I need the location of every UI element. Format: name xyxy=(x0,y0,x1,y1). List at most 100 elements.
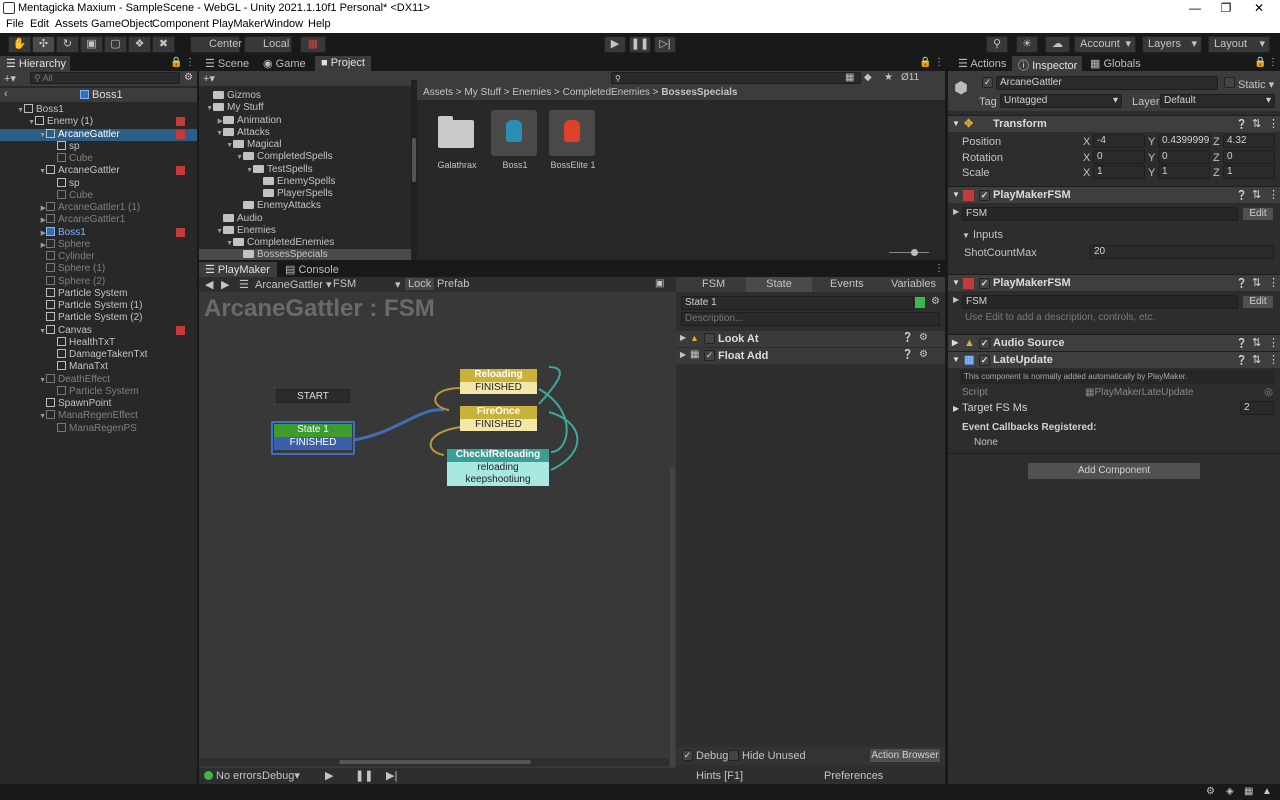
asset-tile[interactable]: Galathrax xyxy=(431,110,483,174)
layer-dropdown[interactable]: Default ▾ xyxy=(1160,94,1275,108)
axis-y-label[interactable]: Y xyxy=(1148,152,1155,164)
kebab-menu-icon[interactable]: ⋮ xyxy=(1268,352,1279,368)
transform-rotation-z-field[interactable]: 0 xyxy=(1223,149,1275,164)
fireonce-event-finished[interactable]: FINISHED xyxy=(460,419,537,431)
lock-icon[interactable]: 🔒 xyxy=(170,57,182,68)
rotate-tool-icon[interactable]: ↻ xyxy=(56,36,79,53)
component-enabled-checkbox[interactable]: ✓ xyxy=(979,190,990,201)
state-color-swatch[interactable] xyxy=(915,297,925,308)
rect-tool-icon[interactable]: ▢ xyxy=(104,36,127,53)
object-name-field[interactable]: ArcaneGattler xyxy=(996,76,1218,90)
action-enabled-checkbox[interactable] xyxy=(704,333,715,344)
expand-arrow-icon[interactable]: ▼ xyxy=(245,165,253,177)
menu-file[interactable]: File xyxy=(6,18,24,30)
kebab-menu-icon[interactable]: ⋮ xyxy=(1268,275,1279,291)
transform-tool-icon[interactable]: ❖ xyxy=(128,36,151,53)
playmakerfsm-header-1[interactable]: ▼ ✓ PlayMakerFSM ❔ ⇅ ⋮ xyxy=(948,186,1280,203)
auto-generate-lighting-icon[interactable]: ◈ xyxy=(1226,786,1234,797)
hierarchy-item[interactable]: Cube xyxy=(0,153,197,165)
axis-x-label[interactable]: X xyxy=(1083,136,1090,148)
hierarchy-item[interactable]: HealthTxT xyxy=(0,336,197,349)
fsm-dropdown[interactable]: FSM ▾ xyxy=(333,278,403,291)
hierarchy-item[interactable]: Particle System (1) xyxy=(0,300,197,312)
hierarchy-item[interactable]: ▶ ArcaneGattler1 xyxy=(0,214,197,226)
component-enabled-checkbox[interactable]: ✓ xyxy=(979,278,990,289)
hierarchy-item[interactable]: ManaRegenPS xyxy=(0,422,197,435)
expand-arrow-icon[interactable]: ▼ xyxy=(235,152,243,164)
tag-dropdown[interactable]: Untagged ▾ xyxy=(1000,94,1122,108)
create-asset-button[interactable]: +▾ xyxy=(203,72,215,85)
preset-icon[interactable]: ⇅ xyxy=(1252,116,1261,132)
project-folder-item[interactable]: EnemySpells xyxy=(199,176,411,188)
tab-playmaker[interactable]: ☰ PlayMaker xyxy=(199,262,277,277)
kebab-menu-icon[interactable]: ⋮ xyxy=(1268,116,1279,132)
collapse-arrow-icon[interactable]: ▼ xyxy=(952,187,960,203)
hierarchy-item[interactable]: ▶ Sphere xyxy=(0,238,197,251)
expand-arrow-icon[interactable]: ▶ xyxy=(38,215,46,227)
playmakerfsm-header-2[interactable]: ▼ ✓ PlayMakerFSM ❔ ⇅ ⋮ xyxy=(948,274,1280,291)
expand-arrow-icon[interactable]: ▶ xyxy=(38,228,46,240)
gear-icon[interactable]: ⚙ xyxy=(931,296,940,307)
pause-icon[interactable]: ❚❚ xyxy=(629,36,651,53)
custom-tool-icon[interactable]: ✖ xyxy=(152,36,175,53)
next-fsm-icon[interactable]: ▶ xyxy=(221,278,229,291)
component-enabled-checkbox[interactable]: ✓ xyxy=(979,355,990,366)
expand-arrow-icon[interactable]: ▶ xyxy=(215,116,223,128)
state1-event-finished[interactable]: FINISHED xyxy=(274,437,352,450)
transform-header[interactable]: ▼ ✥ Transform ❔ ⇅ ⋮ xyxy=(948,115,1280,132)
expand-arrow-icon[interactable]: ▼ xyxy=(38,130,46,142)
target-fsms-count[interactable]: 2 xyxy=(1240,401,1274,415)
hierarchy-item[interactable]: Particle System xyxy=(0,287,197,300)
breadcrumb-item[interactable]: Enemies xyxy=(512,87,551,98)
tab-state[interactable]: State xyxy=(746,277,812,292)
menu-component[interactable]: Component xyxy=(152,18,209,30)
state-name-field[interactable]: State 1 xyxy=(681,296,914,310)
transform-scale-y-field[interactable]: 1 xyxy=(1158,165,1210,179)
gear-icon[interactable]: ⚙ xyxy=(919,332,928,343)
preset-icon[interactable]: ⇅ xyxy=(1252,187,1261,203)
transform-rotation-x-field[interactable]: 0 xyxy=(1093,149,1145,164)
asset-tile[interactable]: BossElite 1 xyxy=(547,110,599,174)
breadcrumb-item[interactable]: Assets xyxy=(423,87,453,98)
transform-position-x-field[interactable]: -4 xyxy=(1093,134,1145,148)
lock-icon[interactable]: 🔒 xyxy=(1254,57,1266,68)
menu-window[interactable]: Window xyxy=(264,18,303,30)
reloading-event-finished[interactable]: FINISHED xyxy=(460,382,537,394)
favorite-icon[interactable]: ★ xyxy=(884,72,893,83)
kebab-menu-icon[interactable]: ⋮ xyxy=(934,57,944,68)
search-icon[interactable]: ⚲ xyxy=(986,36,1008,53)
project-folder-item[interactable]: ▼ Magical xyxy=(199,139,411,151)
project-folder-item[interactable]: ▶ Animation xyxy=(199,115,411,127)
tab-events[interactable]: Events xyxy=(830,278,864,290)
pause-icon[interactable]: ❚❚ xyxy=(355,769,373,782)
debug-mode-dropdown[interactable]: Debug▾ xyxy=(262,769,304,782)
tab-fsm[interactable]: FSM xyxy=(702,278,725,290)
lock-button[interactable]: Lock xyxy=(405,278,435,290)
debug-checkbox[interactable]: ✓ xyxy=(682,750,693,761)
close-icon[interactable]: ✕ xyxy=(1244,0,1274,17)
menu-gameobject[interactable]: GameObject xyxy=(91,18,153,30)
layout-dropdown[interactable]: Layout ▾ xyxy=(1208,36,1270,53)
menu-playmaker[interactable]: PlayMaker xyxy=(212,18,264,30)
grid-snap-icon[interactable]: ▦ xyxy=(300,36,326,53)
axis-y-label[interactable]: Y xyxy=(1148,136,1155,148)
lateupdate-header[interactable]: ▼ ▦ ✓ LateUpdate ❔ ⇅ ⋮ xyxy=(948,351,1280,368)
hidden-packages-counter[interactable]: Ø11 xyxy=(901,72,919,83)
inputs-foldout[interactable]: ▼ Inputs xyxy=(962,229,1003,241)
kebab-menu-icon[interactable]: ⋮ xyxy=(934,263,944,274)
hierarchy-item[interactable]: ▼ DeathEffect xyxy=(0,373,197,387)
expand-arrow-icon[interactable]: ▶ xyxy=(38,203,46,215)
collapse-arrow-icon[interactable]: ▼ xyxy=(952,352,960,368)
project-folder-item[interactable]: BossesSpecials xyxy=(199,249,411,260)
hierarchy-item[interactable]: ▼ ManaRegenEffect xyxy=(0,410,197,422)
axis-z-label[interactable]: Z xyxy=(1213,136,1220,148)
gameobject-dropdown[interactable]: ArcaneGattler ▾ xyxy=(255,278,335,291)
hierarchy-item[interactable]: SpawnPoint xyxy=(0,398,197,410)
playmaker-icon[interactable] xyxy=(176,117,185,127)
hierarchy-item[interactable]: ▼ Enemy (1) xyxy=(0,116,197,128)
help-icon[interactable]: ❔ xyxy=(1236,187,1247,203)
hierarchy-item[interactable]: ▼ Canvas xyxy=(0,324,197,337)
project-folder-item[interactable]: ▼ TestSpells xyxy=(199,164,411,176)
expand-arrow-icon[interactable]: ▼ xyxy=(38,375,46,387)
hierarchy-item[interactable]: DamageTakenTxt xyxy=(0,349,197,361)
